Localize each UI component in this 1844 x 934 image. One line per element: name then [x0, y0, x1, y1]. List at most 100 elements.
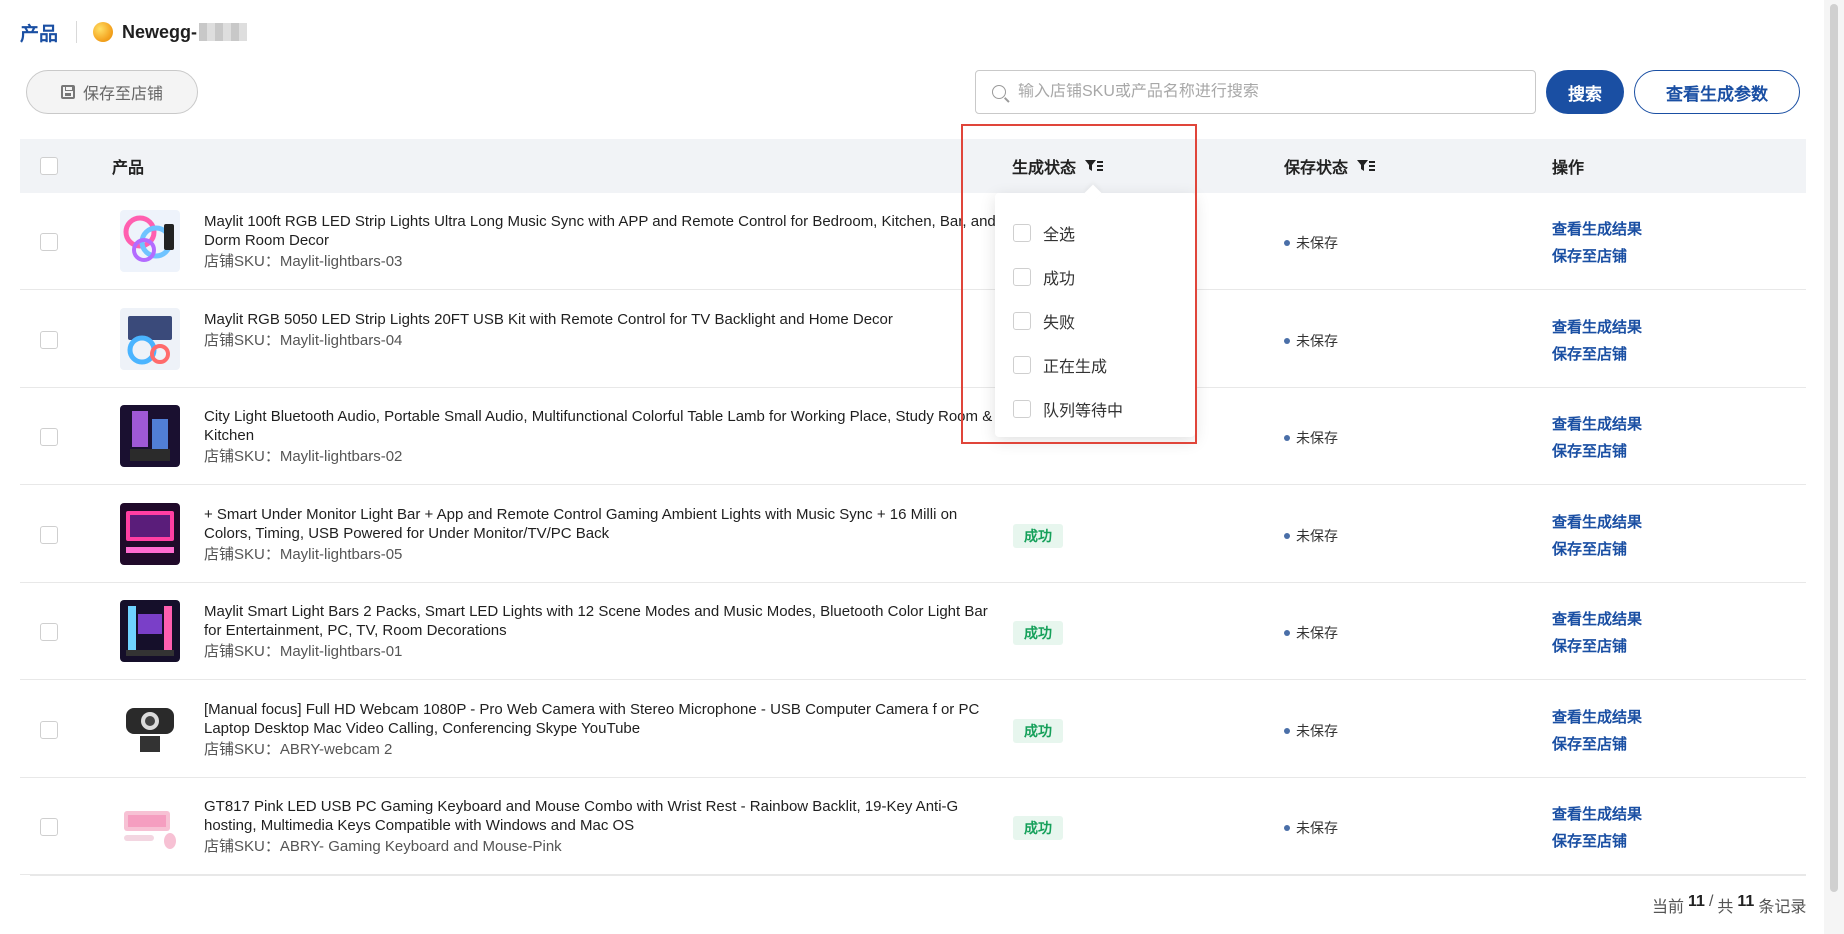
column-header-save-status: 保存状态 — [1284, 139, 1376, 193]
save-to-store-link[interactable]: 保存至店铺 — [1552, 343, 1627, 364]
save-to-store-link[interactable]: 保存至店铺 — [1552, 538, 1627, 559]
sku-value: ABRY-webcam 2 — [279, 741, 393, 758]
filter-checkbox[interactable] — [1013, 356, 1031, 374]
save-to-store-link[interactable]: 保存至店铺 — [1552, 245, 1627, 266]
status-dot-icon — [1284, 338, 1290, 344]
filter-checkbox[interactable] — [1013, 312, 1031, 330]
filter-checkbox[interactable] — [1013, 224, 1031, 242]
product-thumbnail-monitor-light — [120, 503, 180, 565]
save-status-filter-icon[interactable] — [1356, 158, 1376, 174]
view-generation-params-button[interactable]: 查看生成参数 — [1634, 70, 1800, 114]
filter-option-label: 队列等待中 — [1043, 403, 1124, 420]
nav-title-products[interactable]: 产品 — [20, 19, 58, 46]
product-sku: 店铺SKU：Maylit-lightbars-01 — [204, 640, 402, 661]
view-result-link[interactable]: 查看生成结果 — [1552, 218, 1642, 239]
product-title: Maylit 100ft RGB LED Strip Lights Ultra … — [204, 213, 996, 249]
save-status: 未保存 — [1284, 233, 1338, 253]
filter-option-queued[interactable]: 队列等待中 — [1013, 397, 1123, 421]
product-sku: 店铺SKU：Maylit-lightbars-03 — [204, 250, 402, 271]
pagination-current-label: 当前 — [1652, 899, 1685, 916]
gen-status-filter-dropdown: 全选 成功 失败 正在生成 队列等待中 — [995, 193, 1195, 437]
page-header: 产品 Newegg- — [20, 18, 248, 46]
product-title: Maylit RGB 5050 LED Strip Lights 20FT US… — [204, 311, 893, 328]
row-checkbox[interactable] — [40, 623, 58, 641]
product-thumbnail-webcam — [120, 698, 180, 760]
filter-option-label: 失败 — [1043, 315, 1076, 332]
filter-checkbox[interactable] — [1013, 400, 1031, 418]
pagination-summary: 当前 11 / 共 11 条记录 — [1652, 893, 1806, 917]
sku-value: Maylit-lightbars-02 — [279, 448, 403, 465]
search-input[interactable] — [1018, 83, 1498, 101]
filter-option-success[interactable]: 成功 — [1013, 265, 1075, 289]
pagination-records-label: 条记录 — [1758, 899, 1807, 916]
save-to-store-link[interactable]: 保存至店铺 — [1552, 635, 1627, 656]
save-status: 未保存 — [1284, 721, 1338, 741]
sku-label: 店铺SKU： — [204, 643, 280, 660]
save-to-store-link[interactable]: 保存至店铺 — [1552, 830, 1627, 851]
gen-status-filter-icon[interactable] — [1084, 158, 1104, 174]
filter-option-select-all[interactable]: 全选 — [1013, 221, 1075, 245]
save-status-text: 未保存 — [1296, 820, 1338, 836]
save-status-text: 未保存 — [1296, 333, 1338, 349]
product-sku: 店铺SKU：Maylit-lightbars-04 — [204, 329, 402, 350]
sku-label: 店铺SKU： — [204, 741, 280, 758]
sku-value: ABRY- Gaming Keyboard and Mouse-Pink — [279, 838, 562, 855]
row-checkbox[interactable] — [40, 818, 58, 836]
save-to-store-link[interactable]: 保存至店铺 — [1552, 733, 1627, 754]
sku-value: Maylit-lightbars-03 — [279, 253, 403, 270]
table-row: GT817 Pink LED USB PC Gaming Keyboard an… — [20, 778, 1806, 875]
gen-status-success-badge: 成功 — [1013, 524, 1063, 548]
view-result-link[interactable]: 查看生成结果 — [1552, 706, 1642, 727]
table-bottom-divider — [30, 875, 1806, 876]
product-sku: 店铺SKU：ABRY-webcam 2 — [204, 738, 392, 759]
search-box[interactable] — [975, 70, 1536, 114]
table-row: Maylit Smart Light Bars 2 Packs, Smart L… — [20, 583, 1806, 680]
gen-status-success-badge: 成功 — [1013, 816, 1063, 840]
save-status-text: 未保存 — [1296, 235, 1338, 251]
filter-option-generating[interactable]: 正在生成 — [1013, 353, 1107, 377]
save-status-text: 未保存 — [1296, 723, 1338, 739]
filter-option-label: 成功 — [1043, 271, 1076, 288]
view-result-link[interactable]: 查看生成结果 — [1552, 511, 1642, 532]
row-checkbox[interactable] — [40, 526, 58, 544]
table-row: [Manual focus] Full HD Webcam 1080P - Pr… — [20, 681, 1806, 778]
product-thumbnail-led-kit — [120, 308, 180, 370]
column-header-gen-status: 生成状态 — [1012, 139, 1104, 193]
store-logo-icon — [93, 22, 114, 42]
sku-label: 店铺SKU： — [204, 332, 280, 349]
view-result-link[interactable]: 查看生成结果 — [1552, 413, 1642, 434]
save-disk-icon — [60, 85, 75, 99]
gen-status-success-badge: 成功 — [1013, 719, 1063, 743]
column-header-actions: 操作 — [1552, 160, 1585, 177]
pagination-total-label: 共 — [1717, 899, 1734, 916]
header-divider — [76, 21, 78, 43]
page-scrollbar[interactable] — [1824, 0, 1844, 934]
table-row: Maylit RGB 5050 LED Strip Lights 20FT US… — [20, 291, 1806, 388]
product-sku: 店铺SKU：ABRY- Gaming Keyboard and Mouse-Pi… — [204, 835, 562, 856]
row-checkbox[interactable] — [40, 331, 58, 349]
filter-option-failed[interactable]: 失败 — [1013, 309, 1075, 333]
view-result-link[interactable]: 查看生成结果 — [1552, 803, 1642, 824]
product-thumbnail-speaker-lamp — [120, 405, 180, 467]
save-to-store-link[interactable]: 保存至店铺 — [1552, 440, 1627, 461]
row-checkbox[interactable] — [40, 233, 58, 251]
save-to-store-button[interactable]: 保存至店铺 — [26, 70, 198, 114]
filter-checkbox[interactable] — [1013, 268, 1031, 286]
table-row: + Smart Under Monitor Light Bar + App an… — [20, 486, 1806, 583]
store-name[interactable]: Newegg- — [122, 22, 197, 43]
product-thumbnail-pink-keyboard — [120, 795, 180, 857]
pagination-current: 11 — [1688, 893, 1705, 910]
search-button[interactable]: 搜索 — [1546, 70, 1624, 114]
search-icon — [992, 85, 1006, 99]
status-dot-icon — [1284, 240, 1290, 246]
masked-store-suffix — [199, 23, 248, 41]
pagination-total: 11 — [1737, 893, 1755, 910]
view-result-link[interactable]: 查看生成结果 — [1552, 608, 1642, 629]
view-result-link[interactable]: 查看生成结果 — [1552, 316, 1642, 337]
select-all-checkbox[interactable] — [40, 157, 58, 175]
save-status: 未保存 — [1284, 818, 1338, 838]
save-status: 未保存 — [1284, 623, 1338, 643]
row-checkbox[interactable] — [40, 721, 58, 739]
scrollbar-thumb[interactable] — [1830, 4, 1838, 892]
row-checkbox[interactable] — [40, 428, 58, 446]
